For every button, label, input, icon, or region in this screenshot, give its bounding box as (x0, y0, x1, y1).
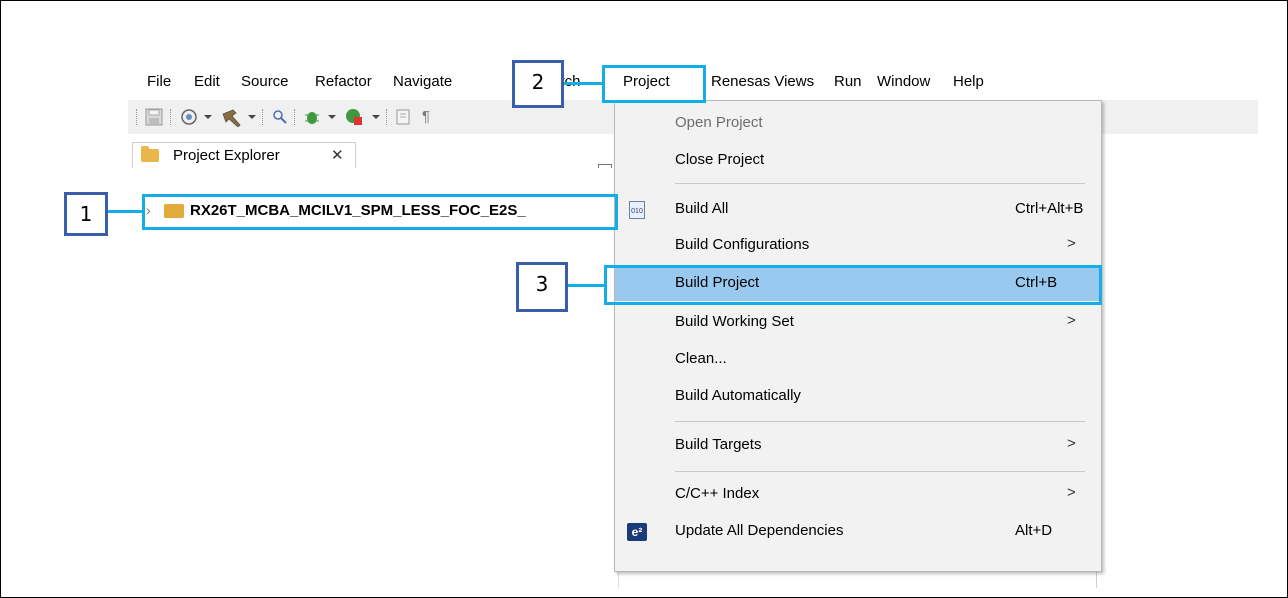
toolbar-separator (262, 109, 264, 125)
connector-line-2 (564, 82, 604, 85)
chevron-right-icon: > (1067, 435, 1076, 452)
close-icon[interactable]: ✕ (331, 146, 344, 164)
show-whitespace-icon[interactable]: ¶ (422, 107, 430, 127)
callout-step-1: 1 (64, 192, 108, 236)
menu-item-open-project[interactable]: Open Project (615, 107, 1101, 141)
menu-item-build-working-set[interactable]: Build Working Set > (615, 306, 1101, 340)
project-explorer-tab[interactable]: Project Explorer ✕ (132, 142, 356, 169)
menu-item-build-targets[interactable]: Build Targets > (615, 429, 1101, 463)
menu-separator (675, 421, 1085, 422)
shortcut-label: Ctrl+Alt+B (1015, 200, 1084, 217)
menu-separator (675, 471, 1085, 472)
menu-separator (675, 183, 1085, 184)
run-icon[interactable] (344, 107, 382, 127)
highlight-build-project (604, 265, 1102, 305)
menu-refactor[interactable]: Refactor (312, 72, 375, 92)
menu-renesas-views[interactable]: Renesas Views (708, 72, 817, 92)
menu-help[interactable]: Help (950, 72, 987, 92)
save-icon[interactable] (144, 107, 164, 127)
build-all-icon: 010 (629, 201, 645, 219)
menu-source[interactable]: Source (238, 72, 292, 92)
toolbar-separator (386, 109, 388, 125)
menu-file[interactable]: File (144, 72, 174, 92)
menu-navigate[interactable]: Navigate (390, 72, 455, 92)
project-explorer-label: Project Explorer (173, 147, 280, 164)
menu-item-cpp-index[interactable]: C/C++ Index > (615, 478, 1101, 512)
menu-item-build-automatically[interactable]: Build Automatically (615, 380, 1101, 414)
toolbar-separator (136, 109, 138, 125)
highlight-project-menu (602, 65, 706, 103)
shortcut-label: Alt+D (1015, 522, 1053, 539)
connector-line-3 (568, 284, 606, 287)
menu-item-build-configurations[interactable]: Build Configurations > (615, 229, 1101, 263)
chevron-right-icon: > (1067, 235, 1076, 252)
e2-icon: e² (627, 523, 647, 541)
toggle-mark-icon[interactable] (394, 107, 414, 127)
chevron-right-icon: > (1067, 312, 1076, 329)
menu-run[interactable]: Run (831, 72, 865, 92)
toolbar-separator (294, 109, 296, 125)
connector-line-1 (108, 210, 144, 213)
callout-step-3: 3 (516, 262, 568, 312)
menu-item-clean[interactable]: Clean... (615, 343, 1101, 377)
menu-item-build-all[interactable]: 010 Build All Ctrl+Alt+B (615, 193, 1101, 227)
project-explorer-icon (141, 146, 159, 162)
project-menu-dropdown: Open Project Close Project 010 Build All… (614, 100, 1102, 572)
highlight-project-item (142, 194, 618, 230)
debug-icon[interactable] (302, 107, 338, 127)
chevron-right-icon: > (1067, 484, 1076, 501)
menu-item-close-project[interactable]: Close Project (615, 144, 1101, 178)
build-hammer-icon[interactable] (220, 107, 258, 128)
project-explorer-body (128, 168, 618, 588)
menu-window[interactable]: Window (874, 72, 933, 92)
callout-step-2: 2 (512, 60, 564, 108)
build-target-icon[interactable] (180, 107, 214, 127)
search-reference-icon[interactable] (270, 107, 290, 127)
menu-edit[interactable]: Edit (191, 72, 223, 92)
toolbar-separator (170, 109, 172, 125)
menu-item-update-all-dependencies[interactable]: e² Update All Dependencies Alt+D (615, 515, 1101, 549)
